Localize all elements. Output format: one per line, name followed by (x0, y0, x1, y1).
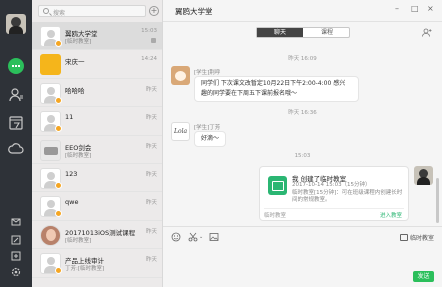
mail-icon[interactable] (11, 217, 21, 227)
chat-scrollbar[interactable] (436, 178, 439, 223)
search-icon (43, 8, 49, 14)
my-avatar[interactable] (6, 14, 26, 34)
contacts-icon[interactable] (8, 87, 24, 103)
conversation-item[interactable]: 123 昨天 (32, 164, 162, 193)
conversation-time: 14:24 (141, 56, 157, 63)
message-bubble[interactable]: 好滴～ (194, 131, 227, 147)
conversation-preview: 丁芳:[临时教室] (65, 266, 105, 273)
sender-avatar[interactable]: Lola (171, 122, 190, 141)
conversation-preview: [临时教室] (65, 152, 92, 159)
classroom-icon (268, 176, 287, 195)
minimize-icon[interactable]: – (395, 5, 399, 13)
conversation-name: 123 (65, 169, 78, 178)
conversation-name: 哈哈哈 (65, 86, 85, 95)
mute-icon (151, 38, 156, 43)
card-footer-label: 临时教室 (264, 213, 287, 219)
classroom-small-icon (399, 234, 408, 241)
message-text: 好滴～ (201, 135, 220, 142)
conversation-avatar (40, 139, 61, 161)
status-badge (55, 267, 62, 275)
avatar-signature: Lola (174, 128, 188, 135)
card-note: 临时教室[15分钟]：可在班级课程内创建长时间的常规教室。 (292, 189, 403, 204)
emoji-icon[interactable] (171, 232, 181, 242)
message-bubble[interactable]: 同学们 下次课文改暂定10月22日下午2:00-4:00 感兴 趣的同学要在下周… (194, 76, 359, 102)
conversation-name: 宋庆一 (65, 58, 85, 67)
add-plus-icon[interactable]: + (149, 6, 159, 16)
conversation-item[interactable]: 产品上线审计 丁芳:[临时教室] 昨天 (32, 249, 162, 278)
conversation-time: 昨天 (145, 257, 157, 264)
card-description: 2017-10-14 15:03（15分钟） 临时教室[15分钟]：可在班级课程… (292, 182, 407, 205)
message-text: 趣的同学要在下周五下课前报名哦～ (201, 90, 298, 97)
left-nav-rail (0, 0, 32, 287)
conversation-time: 昨天 (145, 115, 157, 122)
conversation-preview: [临时教室] (65, 237, 92, 244)
message-text: 同学们 下次课文改暂定10月22日下午2:00-4:00 感兴 (201, 80, 346, 87)
timestamp: 15:03 (294, 153, 311, 159)
conversation-item[interactable]: 11 昨天 (32, 107, 162, 136)
classroom-card[interactable]: 我 创建了临时教室 2017-10-14 15:03（15分钟） 临时教室[15… (259, 166, 409, 221)
screenshot-scissors-icon[interactable] (188, 232, 198, 242)
calendar-icon[interactable] (8, 115, 24, 131)
temporary-classroom-label: 临时教室 (409, 235, 434, 242)
tab-chat[interactable]: 聊天 (257, 28, 303, 37)
edit-icon[interactable] (11, 235, 21, 245)
timestamp: 昨天 16:09 (288, 56, 317, 62)
conversation-avatar (40, 54, 61, 76)
conversation-item[interactable]: 20171013iOS测试课程 [临时教室] 昨天 (32, 221, 162, 250)
chat-tabs: 聊天 课程 (256, 27, 350, 38)
enter-classroom-link[interactable]: 进入教室 (380, 211, 402, 219)
cloud-icon[interactable] (8, 141, 24, 157)
temporary-classroom-button[interactable]: 临时教室 (399, 233, 434, 242)
members-icon[interactable] (422, 28, 432, 37)
conversation-list: 搜索 + 翼鸥大学堂 [临时教室] 15:03 宋庆一 14:24 哈哈哈 昨天… (32, 0, 163, 287)
send-button[interactable]: 发送 (413, 271, 434, 282)
card-time: 2017-10-14 15:03（15分钟） (292, 182, 371, 188)
chat-icon[interactable] (8, 58, 24, 74)
sender-name: [学生]荆呼 (194, 70, 221, 76)
card-divider (264, 208, 404, 209)
conversation-time: 昨天 (145, 200, 157, 207)
close-icon[interactable]: × (427, 5, 434, 13)
status-badge (55, 96, 62, 104)
tab-course[interactable]: 课程 (304, 28, 350, 37)
conversation-name: qwe (65, 198, 79, 207)
maximize-icon[interactable]: □ (411, 5, 419, 13)
conversation-time: 15:03 (141, 28, 157, 34)
conversation-time: 昨天 (145, 171, 157, 178)
search-placeholder: 搜索 (53, 10, 66, 17)
sender-name: [学生]丁芳 (194, 125, 221, 131)
conversation-name: 11 (65, 113, 74, 122)
message-composer: ⌄ 临时教室 发送 (163, 226, 442, 287)
sender-avatar[interactable] (171, 66, 190, 85)
status-badge (55, 210, 62, 218)
conversation-time: 昨天 (145, 228, 157, 235)
history-icon[interactable] (11, 251, 21, 261)
settings-gear-icon[interactable] (11, 267, 21, 277)
conversation-time: 昨天 (145, 143, 157, 150)
conversation-preview: [临时教室] (65, 39, 92, 45)
status-badge (55, 125, 62, 133)
conversation-avatar (40, 224, 61, 246)
conversation-item[interactable]: 哈哈哈 昨天 (32, 79, 162, 108)
status-badge (55, 40, 62, 47)
dropdown-chevron-icon[interactable]: ⌄ (199, 234, 203, 240)
my-message-avatar[interactable] (414, 166, 433, 185)
timestamp: 昨天 16:36 (288, 110, 317, 116)
chat-panel: 翼鸥大学堂 – □ × 聊天 课程 昨天 16:09 [学生]荆呼 同学们 下次… (163, 0, 442, 287)
conversation-item[interactable]: EEO剑会 [临时教室] 昨天 (32, 136, 162, 164)
conversation-item[interactable]: qwe 昨天 (32, 192, 162, 221)
conversation-items: 翼鸥大学堂 [临时教室] 15:03 宋庆一 14:24 哈哈哈 昨天 11 昨… (32, 22, 162, 278)
status-badge (55, 181, 62, 189)
search-input[interactable]: 搜索 (38, 5, 146, 17)
image-icon[interactable] (209, 232, 219, 242)
chat-titlebar: 翼鸥大学堂 – □ × (163, 0, 442, 22)
conversation-time: 昨天 (145, 86, 157, 93)
chat-title: 翼鸥大学堂 (175, 7, 213, 16)
conversation-item[interactable]: 宋庆一 14:24 (32, 50, 162, 79)
conversation-item[interactable]: 翼鸥大学堂 [临时教室] 15:03 (32, 22, 162, 51)
